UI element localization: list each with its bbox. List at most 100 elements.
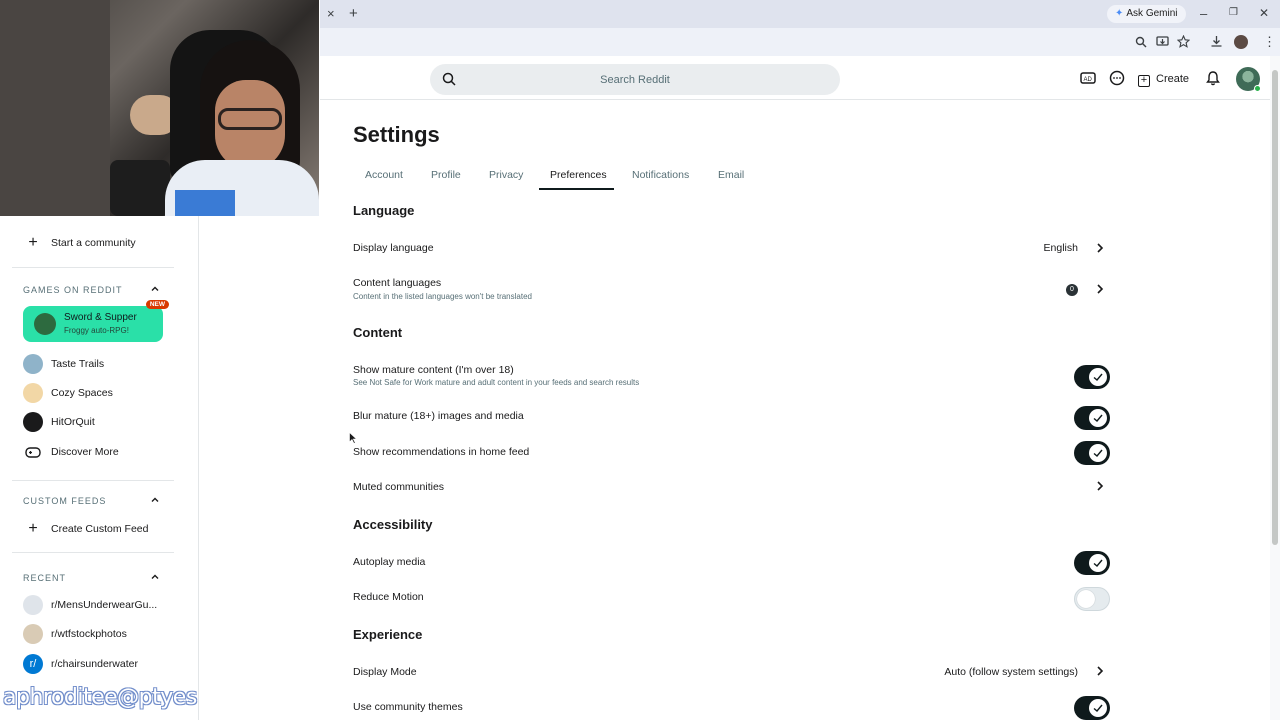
create-custom-feed-label: Create Custom Feed xyxy=(51,523,149,535)
mature-content-description: See Not Safe for Work mature and adult c… xyxy=(353,378,640,387)
page-title: Settings xyxy=(353,122,440,147)
community-themes-label: Use community themes xyxy=(353,701,463,713)
profile-avatar-icon[interactable] xyxy=(1234,35,1248,49)
tab-account[interactable]: Account xyxy=(365,169,403,189)
chevron-right-icon[interactable] xyxy=(1095,480,1105,492)
sidebar-divider xyxy=(12,480,174,481)
recent-community-label: r/MensUnderwearGu... xyxy=(51,599,158,611)
gamepad-icon xyxy=(25,447,41,458)
display-language-value[interactable]: English xyxy=(1000,242,1078,254)
header-divider xyxy=(320,99,1270,100)
tab-privacy[interactable]: Privacy xyxy=(489,169,523,189)
download-icon[interactable] xyxy=(1210,35,1223,48)
community-themes-toggle[interactable] xyxy=(1074,696,1110,720)
muted-communities-label[interactable]: Muted communities xyxy=(353,481,444,493)
chat-icon[interactable] xyxy=(1109,70,1127,88)
search-icon xyxy=(442,72,456,86)
search-input[interactable] xyxy=(470,64,800,95)
new-badge: NEW xyxy=(145,300,169,309)
chevron-right-icon[interactable] xyxy=(1095,665,1105,677)
game-label: Taste Trails xyxy=(51,358,105,370)
chevron-up-icon[interactable] xyxy=(150,284,160,294)
plus-icon: + xyxy=(1138,75,1150,87)
minimize-button[interactable]: – xyxy=(1200,7,1207,20)
stream-watermark: aphroditee@ptyes xyxy=(3,685,197,710)
browser-toolbar: ⋮ xyxy=(320,28,1280,56)
new-tab-button[interactable]: + xyxy=(349,6,358,21)
close-tab-button[interactable]: × xyxy=(327,7,335,20)
chevron-up-icon[interactable] xyxy=(150,572,160,582)
game-label: HitOrQuit xyxy=(51,416,95,428)
create-button[interactable]: + Create xyxy=(1138,69,1189,89)
checkmark-icon xyxy=(1093,414,1103,422)
reduce-motion-toggle[interactable] xyxy=(1074,587,1110,611)
display-language-label[interactable]: Display language xyxy=(353,242,434,254)
sidebar-game-taste-trails[interactable]: Taste Trails xyxy=(23,353,104,375)
user-avatar[interactable] xyxy=(1236,67,1261,92)
featured-game-card[interactable]: Sword & Supper Froggy auto-RPG! NEW xyxy=(23,300,169,342)
create-label: Create xyxy=(1156,73,1190,85)
experience-heading: Experience xyxy=(353,627,423,642)
recommendations-toggle[interactable] xyxy=(1074,441,1110,465)
custom-feeds-section-header[interactable]: CUSTOM FEEDS xyxy=(23,496,106,506)
chevron-right-icon[interactable] xyxy=(1095,283,1105,295)
page-scrollbar[interactable] xyxy=(1270,56,1280,720)
content-languages-description: Content in the listed languages won't be… xyxy=(353,292,532,301)
toggle-knob xyxy=(1089,444,1107,462)
tab-email[interactable]: Email xyxy=(718,169,744,189)
notifications-bell-icon[interactable] xyxy=(1205,70,1223,88)
discover-more-label: Discover More xyxy=(51,446,119,458)
sidebar-divider xyxy=(12,552,174,553)
community-icon: r/ xyxy=(23,654,43,675)
recent-section-header[interactable]: RECENT xyxy=(23,573,66,583)
tab-notifications[interactable]: Notifications xyxy=(632,169,689,189)
browser-menu-icon[interactable]: ⋮ xyxy=(1263,35,1276,48)
checkmark-icon xyxy=(1093,373,1103,381)
display-mode-label[interactable]: Display Mode xyxy=(353,666,417,678)
plus-icon: + xyxy=(28,234,38,252)
bookmark-star-icon[interactable] xyxy=(1177,35,1190,48)
gemini-spark-icon: ✦ xyxy=(1115,8,1124,19)
sidebar-divider xyxy=(12,267,174,268)
sidebar-game-hitorquit[interactable]: HitOrQuit xyxy=(23,411,95,433)
toggle-knob xyxy=(1077,590,1095,608)
recent-community-item[interactable]: r/r/chairsunderwater xyxy=(23,653,138,675)
toggle-knob xyxy=(1089,368,1107,386)
recommendations-label: Show recommendations in home feed xyxy=(353,446,530,458)
scrollbar-thumb[interactable] xyxy=(1272,70,1278,545)
display-mode-value[interactable]: Auto (follow system settings) xyxy=(900,666,1078,678)
autoplay-media-toggle[interactable] xyxy=(1074,551,1110,575)
cozy-spaces-icon xyxy=(23,383,43,404)
zoom-icon[interactable] xyxy=(1135,36,1147,48)
online-status-dot xyxy=(1254,85,1261,92)
active-tab-indicator xyxy=(539,188,614,190)
recent-community-label: r/chairsunderwater xyxy=(51,658,138,670)
chevron-up-icon[interactable] xyxy=(150,495,160,505)
mature-content-toggle[interactable] xyxy=(1074,365,1110,389)
start-community-label: Start a community xyxy=(51,237,136,249)
sidebar-game-cozy-spaces[interactable]: Cozy Spaces xyxy=(23,382,113,404)
sword-supper-icon xyxy=(34,313,56,335)
recent-community-item[interactable]: r/wtfstockphotos xyxy=(23,623,127,645)
ask-gemini-button[interactable]: ✦ Ask Gemini xyxy=(1107,5,1186,23)
games-section-header[interactable]: GAMES ON REDDIT xyxy=(23,285,123,295)
game-label: Cozy Spaces xyxy=(51,387,113,399)
sidebar-discover-more[interactable]: Discover More xyxy=(23,441,119,463)
tab-profile[interactable]: Profile xyxy=(431,169,461,189)
start-community-link[interactable]: + Start a community xyxy=(23,232,136,254)
content-languages-label[interactable]: Content languages xyxy=(353,277,441,289)
search-bar[interactable] xyxy=(430,64,840,95)
left-sidebar: + Start a community GAMES ON REDDIT Taste… xyxy=(0,216,199,720)
autoplay-media-label: Autoplay media xyxy=(353,556,426,568)
content-heading: Content xyxy=(353,325,403,340)
recent-community-item[interactable]: r/MensUnderwearGu... xyxy=(23,594,157,616)
tab-preferences[interactable]: Preferences xyxy=(550,169,607,189)
advertise-icon[interactable]: AD xyxy=(1080,70,1098,88)
create-custom-feed-link[interactable]: + Create Custom Feed xyxy=(23,518,148,540)
close-window-button[interactable]: ✕ xyxy=(1259,7,1269,19)
svg-text:AD: AD xyxy=(1084,77,1093,83)
chevron-right-icon[interactable] xyxy=(1095,242,1105,254)
blur-mature-toggle[interactable] xyxy=(1074,406,1110,430)
restore-button[interactable]: ❐ xyxy=(1229,8,1238,18)
install-app-icon[interactable] xyxy=(1156,36,1169,48)
